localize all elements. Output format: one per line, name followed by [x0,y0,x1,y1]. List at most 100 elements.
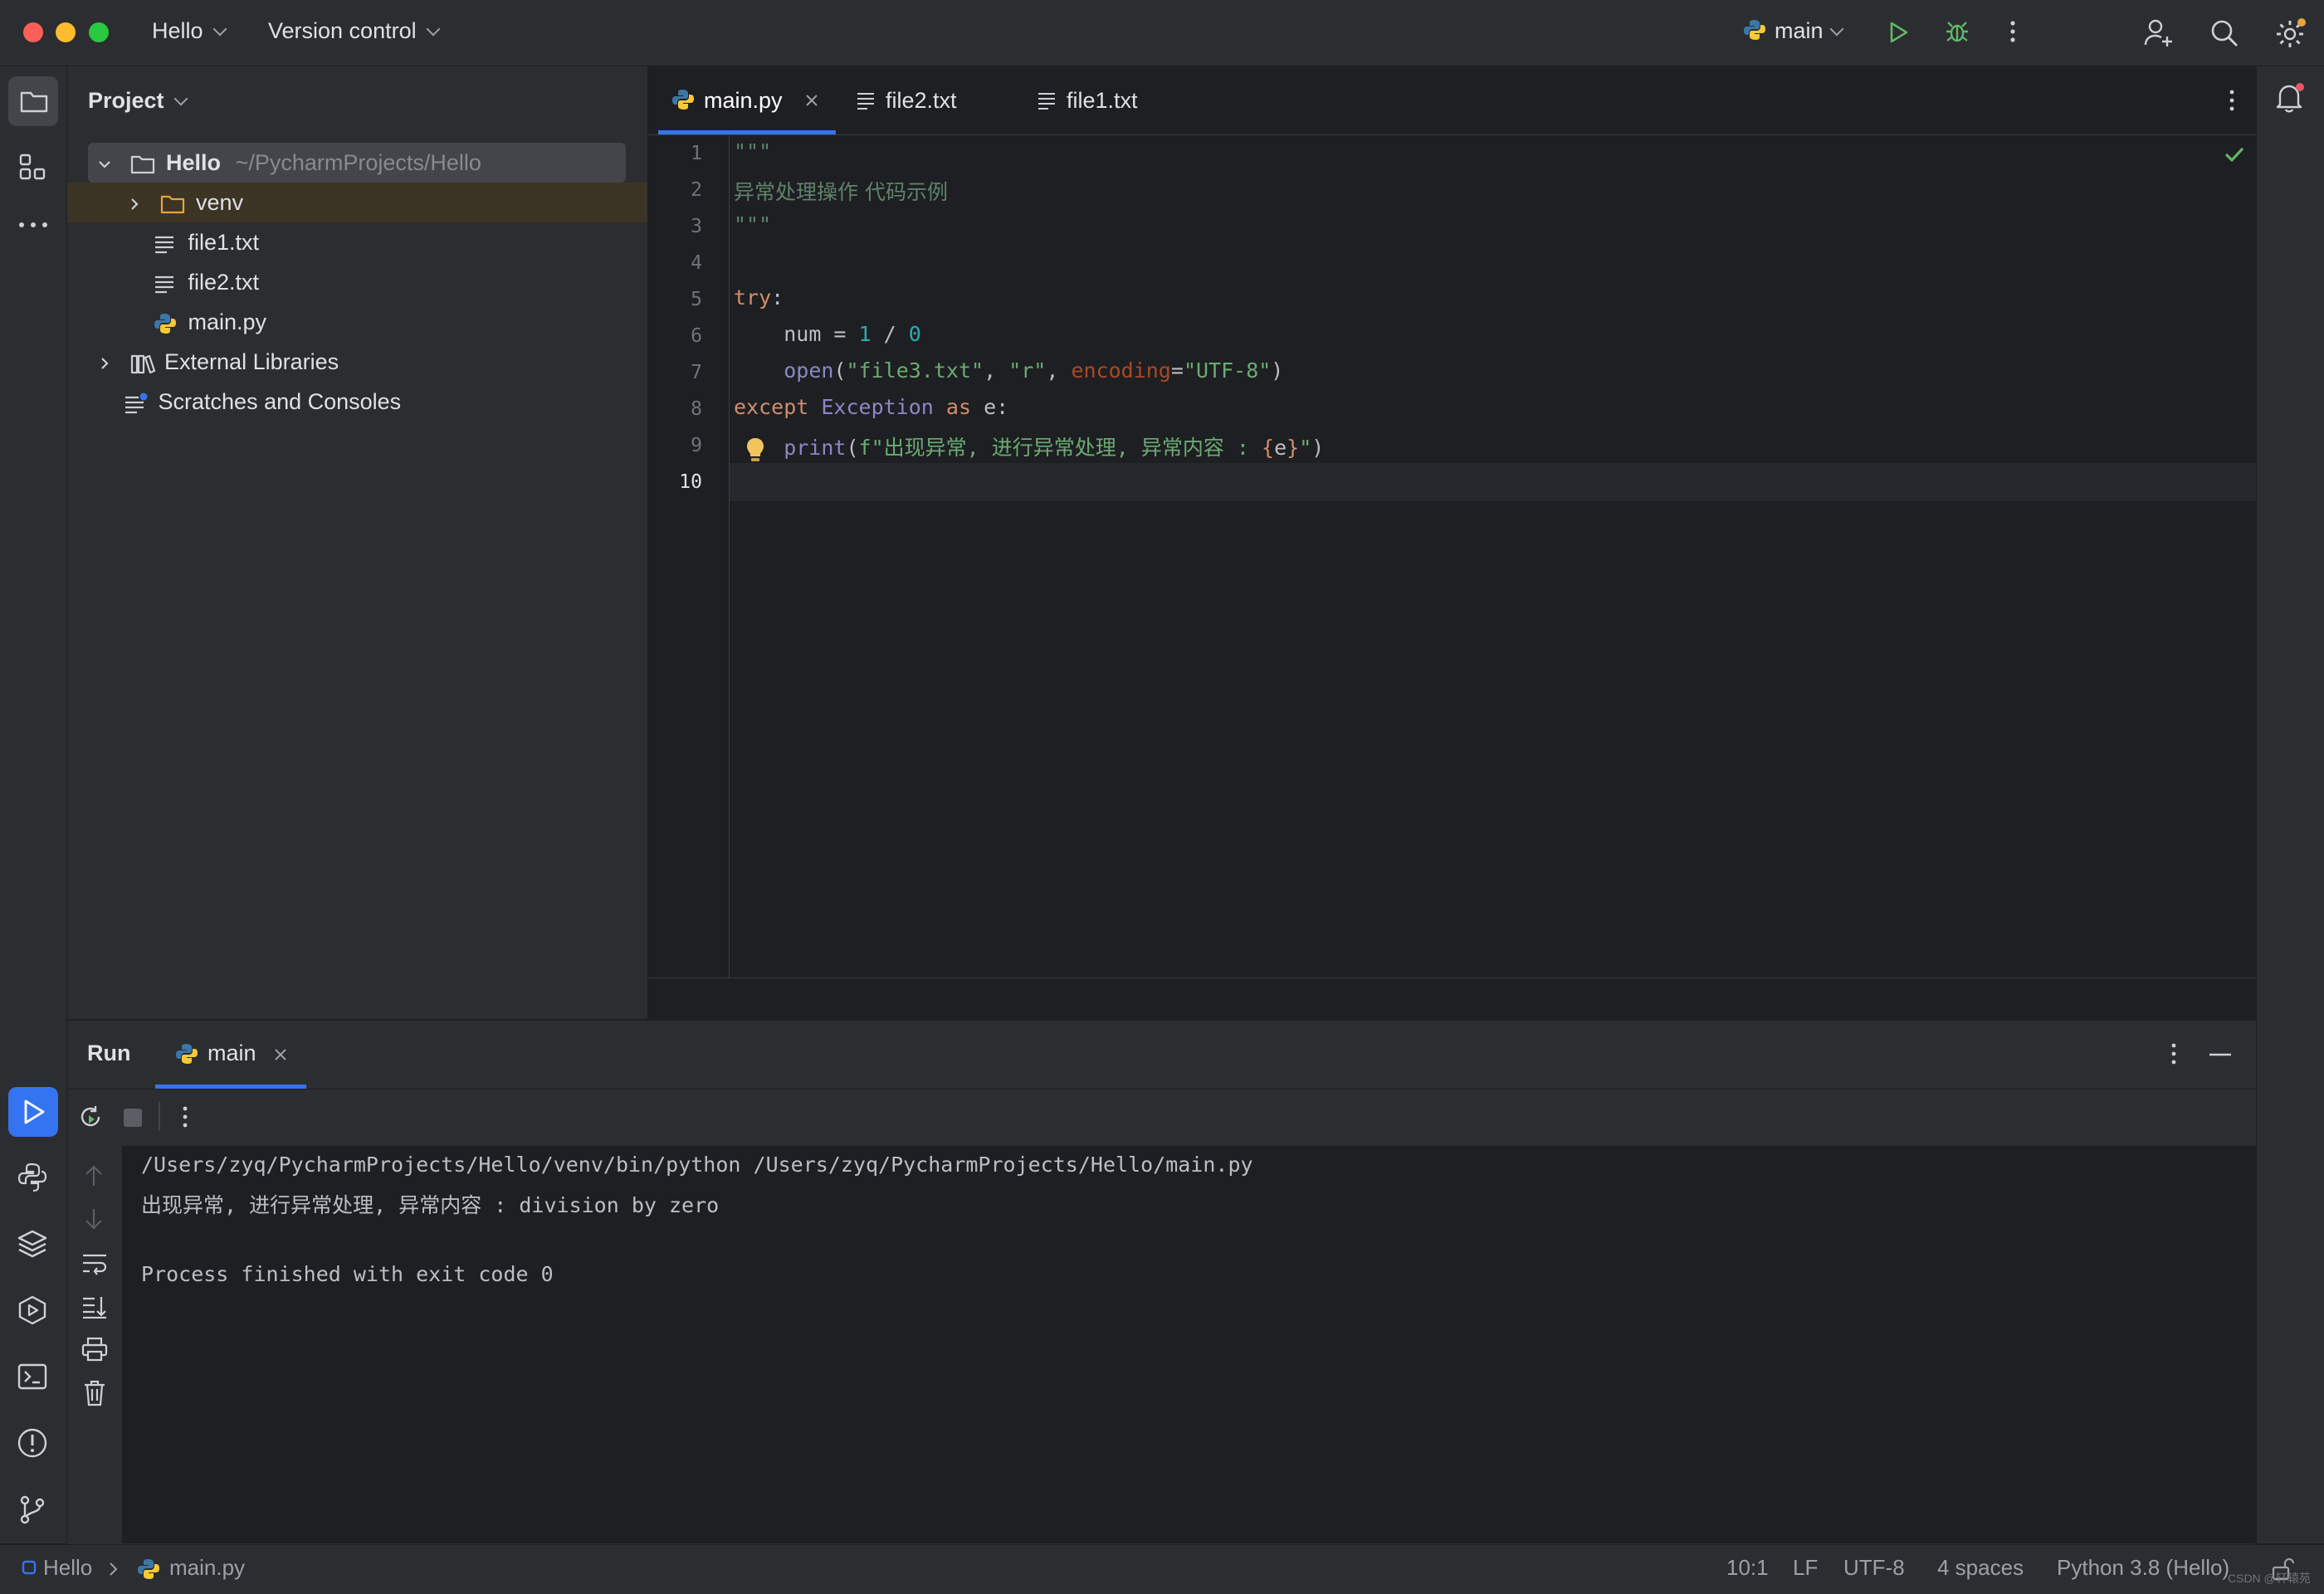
chevron-down-icon [212,22,227,37]
tree-row-main-py[interactable]: main.py [154,302,266,342]
tab-file1-txt[interactable]: file1.txt [1037,66,1186,134]
line-number: 1 [691,143,702,164]
run-tab-label: main [208,1041,256,1065]
layers-icon[interactable] [17,1228,48,1260]
more-vertical-icon[interactable] [2000,18,2025,45]
tree-item-label: file2.txt [188,270,260,295]
code-string: "file3.txt" [846,358,984,383]
file-encoding[interactable]: UTF-8 [1843,1555,1905,1581]
tree-row-scratches[interactable]: Scratches and Consoles [124,382,401,422]
zoom-window-button[interactable] [89,22,109,42]
close-tab-icon[interactable] [804,93,819,108]
code-line-3: """ [734,212,772,236]
code-token: ) [1311,436,1325,460]
code-line-1: """ [734,139,772,163]
more-vertical-icon[interactable] [2224,87,2240,114]
chevron-down-icon [1829,22,1844,37]
rerun-icon[interactable] [77,1104,104,1130]
scroll-down-arrow-icon[interactable] [83,1207,105,1231]
python-console-icon[interactable] [17,1162,48,1193]
scroll-up-arrow-icon[interactable] [83,1164,105,1187]
services-icon[interactable] [17,1294,48,1326]
project-selector[interactable]: Hello [152,18,227,44]
python-interpreter[interactable]: Python 3.8 (Hello) [2057,1555,2229,1581]
project-panel-header[interactable]: Project [88,88,188,114]
tree-row-file1[interactable]: file1.txt [154,222,259,262]
soft-wrap-icon[interactable] [81,1252,108,1275]
add-user-icon[interactable] [2143,17,2175,48]
stop-icon[interactable] [123,1108,143,1128]
run-icon[interactable] [1886,20,1911,45]
more-vertical-icon[interactable] [178,1104,192,1130]
code-string: " [1299,436,1312,460]
code-token: / [871,322,909,346]
tab-main-py[interactable]: main.py [658,66,836,134]
scroll-to-end-icon[interactable] [81,1295,108,1319]
tab-label: file2.txt [886,88,957,113]
line-number: 4 [691,252,702,274]
structure-icon[interactable] [18,153,48,183]
tree-row-venv[interactable]: venv [125,183,243,222]
keyword-as: as [945,395,972,419]
close-window-button[interactable] [23,22,43,42]
more-vertical-icon[interactable] [2165,1041,2182,1067]
search-icon[interactable] [2209,18,2239,48]
keyword-try: try [734,285,772,310]
python-file-icon [671,88,695,111]
code-editor[interactable] [648,135,2256,977]
keyword-except: except [734,395,809,419]
code-token: num = [784,322,859,346]
code-line-9: print(f"出现异常, 进行异常处理, 异常内容 : {e}") [734,431,1324,461]
breadcrumb-file[interactable]: main.py [169,1555,245,1581]
run-console-output[interactable]: /Users/zyq/PycharmProjects/Hello/venv/bi… [122,1146,2256,1543]
terminal-icon[interactable] [17,1361,48,1392]
debug-icon[interactable] [1944,18,1970,45]
left-tool-strip [0,66,67,1543]
print-icon[interactable] [81,1337,108,1362]
code-string: "UTF-8" [1183,358,1272,383]
line-number: 3 [691,216,702,237]
line-number: 7 [691,362,702,383]
code-token: ) [1271,358,1284,383]
minimize-window-button[interactable] [56,22,76,42]
code-line-6: num = 1 / 0 [734,322,921,346]
chevron-right-icon [95,354,114,373]
editor-tabs: main.py file2.txt file1.txt [648,66,2256,135]
run-tab-main[interactable]: main [155,1021,306,1089]
trash-icon[interactable] [83,1380,106,1406]
scratches-label: Scratches and Consoles [158,389,402,414]
inspection-ok-checkmark-icon[interactable] [2224,146,2244,163]
line-number: 8 [691,398,702,420]
code-class: Exception [821,395,934,419]
folder-icon [130,154,155,175]
problems-icon[interactable] [17,1427,48,1459]
code-parameter: encoding [1071,358,1171,383]
notifications-bell-icon[interactable] [2273,81,2307,115]
settings-gear-icon[interactable] [2274,17,2307,50]
project-tool-button[interactable] [8,76,58,126]
breadcrumb-project[interactable]: Hello [43,1555,92,1581]
more-horizontal-icon[interactable] [18,221,48,229]
caret-position[interactable]: 10:1 [1726,1555,1769,1581]
tree-row-external-libraries[interactable]: External Libraries [95,342,339,382]
indent-setting[interactable]: 4 spaces [1937,1555,2024,1581]
code-token: , [1046,358,1072,383]
watermark: CSDN @轩辕苑 [2228,1572,2311,1585]
close-tab-icon[interactable] [273,1047,288,1062]
vcs-selector[interactable]: Version control [268,18,441,44]
minimize-panel-icon[interactable] [2209,1052,2232,1057]
line-ending[interactable]: LF [1793,1555,1818,1581]
git-branch-icon[interactable] [17,1494,48,1525]
run-tool-button[interactable] [8,1087,58,1137]
code-token: e: [971,395,1009,419]
code-number: 1 [858,322,872,346]
code-line-8: except Exception as e: [734,395,1008,419]
console-line: /Users/zyq/PycharmProjects/Hello/venv/bi… [141,1153,1253,1177]
code-number: 0 [908,322,921,346]
run-config-selector[interactable]: main [1743,18,1844,44]
run-panel-title: Run [87,1041,131,1065]
toolbar-divider [159,1102,160,1130]
tab-file2-txt[interactable]: file2.txt [856,66,1005,134]
tree-row-file2[interactable]: file2.txt [154,262,259,302]
tree-item-label: main.py [188,310,267,334]
